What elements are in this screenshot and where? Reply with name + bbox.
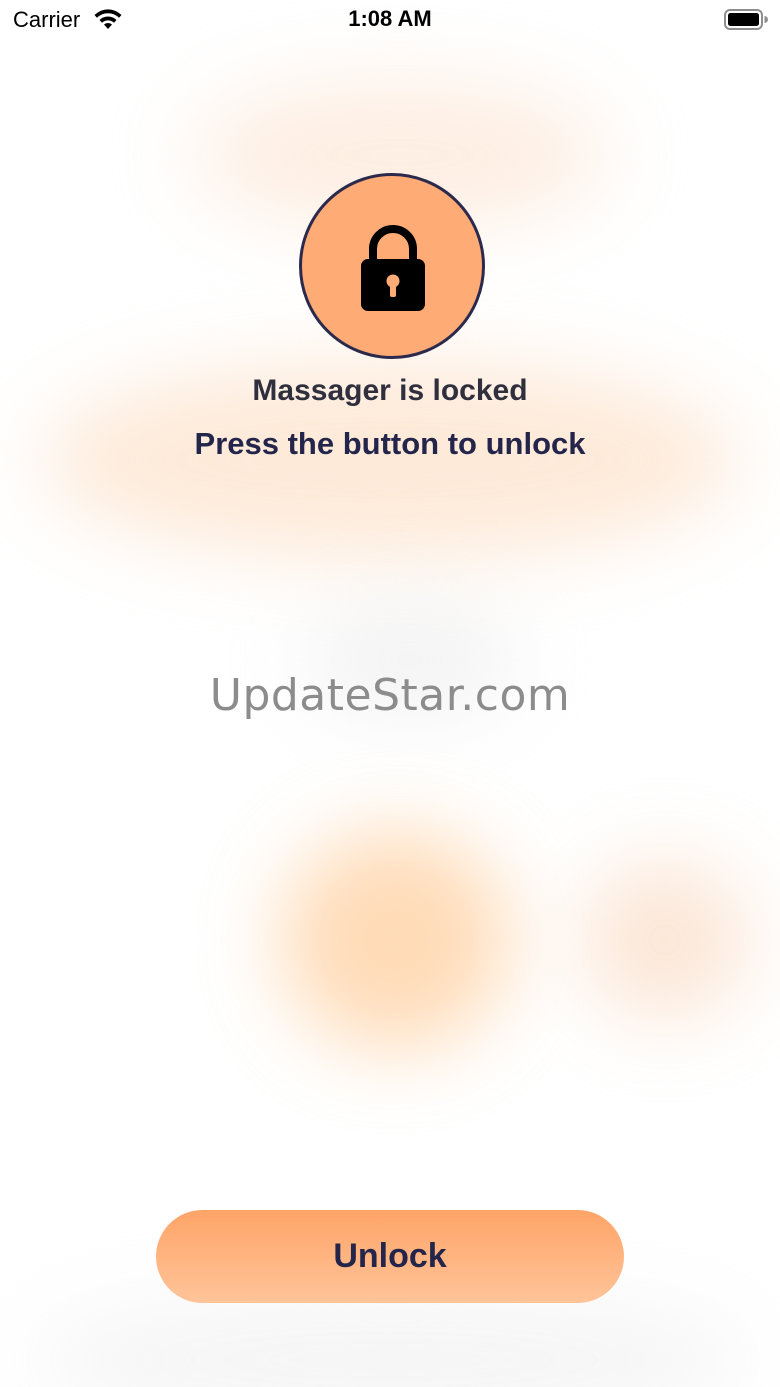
padlock-icon [359,223,427,313]
watermark: UpdateStar.com [209,670,571,721]
background-blur [30,1290,750,1387]
locked-title: Massager is locked [252,374,528,407]
lock-icon-circle [299,173,485,359]
lock-screen: Carrier 1:08 AM Massager is locked Press… [0,0,780,1387]
status-bar: Carrier 1:08 AM [0,0,780,40]
unlock-button-label: Unlock [333,1237,447,1275]
background-blur [580,860,750,1020]
unlock-hint: Press the button to unlock [194,426,586,461]
battery-icon [724,9,768,30]
unlock-button[interactable]: Unlock [156,1210,624,1303]
clock: 1:08 AM [348,6,432,31]
background-blur [280,830,510,1050]
